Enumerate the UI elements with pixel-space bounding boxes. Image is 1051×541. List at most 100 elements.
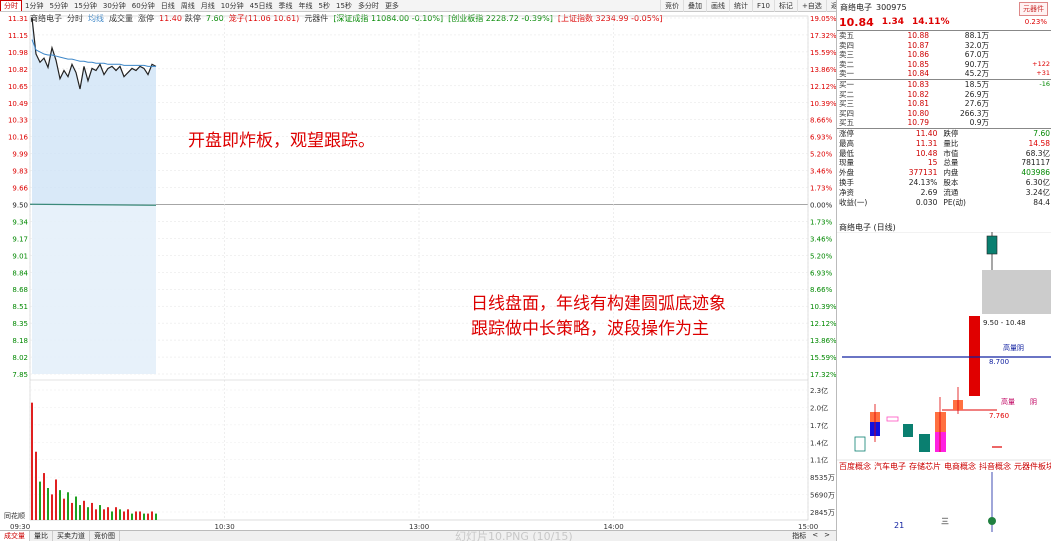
order-change <box>991 118 1051 128</box>
price-pct: 14.11% <box>912 17 950 27</box>
volume-bar <box>87 507 89 520</box>
stat-label: 股本 <box>943 177 959 187</box>
period-tab[interactable]: 10分钟 <box>218 0 247 11</box>
indicator-nav-button[interactable]: < <box>812 531 818 541</box>
daily-kline-chart[interactable]: 9.50 - 10.48 高量阴 8.700 高量 阴 7.760 21 三 <box>837 232 1051 532</box>
order-level-label: 卖五 <box>839 31 854 40</box>
indicator-nav-button[interactable]: > <box>824 531 830 541</box>
indicator-tab[interactable]: 量比 <box>30 531 53 541</box>
period-tab[interactable]: 1分钟 <box>22 0 46 11</box>
tool-tab[interactable]: 叠加 <box>683 0 706 12</box>
volume-bar <box>91 502 93 520</box>
period-tab[interactable]: 多分时 <box>355 0 382 11</box>
stat-label: 内盘 <box>943 168 959 178</box>
quote-stock-name: 商络电子 <box>840 2 872 12</box>
intraday-chart[interactable]: 11.31 19.05% 11.15 17.32% 10.98 15.59% 10.82 13… <box>0 14 836 541</box>
order-book-row[interactable]: 买二 10.82 26.9万 <box>837 90 1051 100</box>
order-price: 10.80 <box>907 108 929 118</box>
concept-tag[interactable]: 汽车电子 <box>874 461 906 472</box>
order-book-row[interactable]: 买三 10.81 27.6万 <box>837 99 1051 109</box>
pct-tick-label: 1.73% <box>810 218 833 226</box>
pct-tick-label: 8.66% <box>810 117 833 125</box>
price-tick-label: 10.33 <box>8 117 28 125</box>
order-book-row[interactable]: 买五 10.79 0.9万 <box>837 118 1051 128</box>
period-tab[interactable]: 45日线 <box>247 0 276 11</box>
period-tab[interactable]: 15秒 <box>333 0 355 11</box>
volume-tick-label: 8535万 <box>810 474 835 482</box>
concept-tag[interactable]: 百度概念 <box>839 461 871 472</box>
volume-bar <box>39 481 41 520</box>
order-price: 10.84 <box>907 69 929 79</box>
period-tab[interactable]: 分时 <box>0 0 22 11</box>
stat-value: 6.30亿 <box>1025 177 1050 187</box>
volume-bar <box>107 507 109 520</box>
order-book-row[interactable]: 卖三 10.86 67.0万 <box>837 50 1051 60</box>
brand-corner: 同花顺 <box>4 512 25 520</box>
tool-tab[interactable]: F10 <box>752 0 774 12</box>
stat-value: 2.69 <box>920 187 938 197</box>
volume-bar <box>151 511 153 520</box>
stat-label: 最低 <box>839 148 854 158</box>
volume-bar <box>155 513 157 520</box>
tool-tab[interactable]: 竞价 <box>660 0 683 12</box>
order-change: +122 <box>1032 59 1050 68</box>
price-tick-label: 8.84 <box>12 269 28 277</box>
period-tab[interactable]: 5分钟 <box>46 0 70 11</box>
price-tick-label: 9.34 <box>12 218 28 226</box>
order-book-row[interactable]: 卖四 10.87 32.0万 <box>837 41 1051 51</box>
pct-tick-label: 0.00% <box>810 201 833 209</box>
volume-bar <box>31 402 33 520</box>
sector-badge[interactable]: 元器件 <box>1019 2 1048 16</box>
indicator-tab[interactable]: 成交量 <box>0 531 30 541</box>
kline-candle <box>986 235 998 255</box>
concept-tag[interactable]: 电商概念 <box>944 461 976 472</box>
period-tab[interactable]: 60分钟 <box>129 0 158 11</box>
order-price: 10.85 <box>907 59 929 69</box>
volume-bar <box>83 500 85 520</box>
tool-tab[interactable]: +自选 <box>796 0 826 12</box>
period-tab[interactable]: 月线 <box>198 0 218 11</box>
period-tab[interactable]: 更多 <box>382 0 402 11</box>
tool-tab[interactable]: 统计 <box>729 0 752 12</box>
stat-row: 涨停 11.40 跌停 7.60 <box>837 128 1051 138</box>
stat-label: 收益(一) <box>839 197 868 207</box>
order-book-row[interactable]: 卖二 10.85 90.7万 +122 <box>837 60 1051 70</box>
order-book-row[interactable]: 卖一 10.84 45.2万 +31 <box>837 69 1051 79</box>
stat-value: 781117 <box>1021 158 1050 168</box>
concept-tag[interactable]: 抖音概念 <box>979 461 1011 472</box>
tool-tab[interactable]: 标记 <box>773 0 797 12</box>
period-tab[interactable]: 5秒 <box>316 0 333 11</box>
period-tab[interactable]: 周线 <box>178 0 198 11</box>
price-tick-label: 9.17 <box>12 235 28 243</box>
indicator-tab[interactable]: 买卖力道 <box>53 531 90 541</box>
kline-candle <box>854 436 866 452</box>
kline-shade-box <box>982 270 1051 314</box>
concept-tag[interactable]: 元器件板块 <box>1014 461 1051 472</box>
stat-label: 涨停 <box>839 128 854 138</box>
period-tab[interactable]: 季线 <box>276 0 296 11</box>
period-tab[interactable]: 日线 <box>158 0 178 11</box>
stat-row: 最高 11.31 量比 14.58 <box>837 139 1051 149</box>
order-book-row[interactable]: 买四 10.80 266.3万 <box>837 109 1051 119</box>
tool-tab[interactable]: 画线 <box>706 0 729 12</box>
volume-bar <box>43 473 45 520</box>
volume-bar <box>99 505 101 520</box>
period-tab[interactable]: 30分钟 <box>100 0 129 11</box>
concept-tag[interactable]: 存储芯片 <box>909 461 941 472</box>
order-level-label: 买四 <box>839 108 854 118</box>
order-book-row[interactable]: 卖五 10.88 88.1万 <box>837 30 1051 41</box>
price-tick-label: 10.65 <box>8 83 28 91</box>
pct-tick-label: 13.86% <box>810 66 836 74</box>
pct-tick-label: 5.20% <box>810 151 833 159</box>
period-tab[interactable]: 年线 <box>296 0 316 11</box>
period-tab[interactable]: 15分钟 <box>71 0 100 11</box>
indicator-tab[interactable]: 竞价图 <box>90 531 120 541</box>
stat-label: 市值 <box>943 148 959 158</box>
concept-tags: 百度概念 汽车电子 存储芯片 电商概念 抖音概念 元器件板块 <box>837 461 1051 472</box>
volume-bar <box>147 513 149 520</box>
order-book-row[interactable]: 买一 10.83 18.5万 -16 <box>837 79 1051 89</box>
order-price: 10.88 <box>907 31 929 40</box>
pct-tick-label: 3.46% <box>810 168 833 176</box>
indicator-nav-button[interactable]: 指标 <box>792 531 806 541</box>
order-volume: 45.2万 <box>964 69 989 79</box>
